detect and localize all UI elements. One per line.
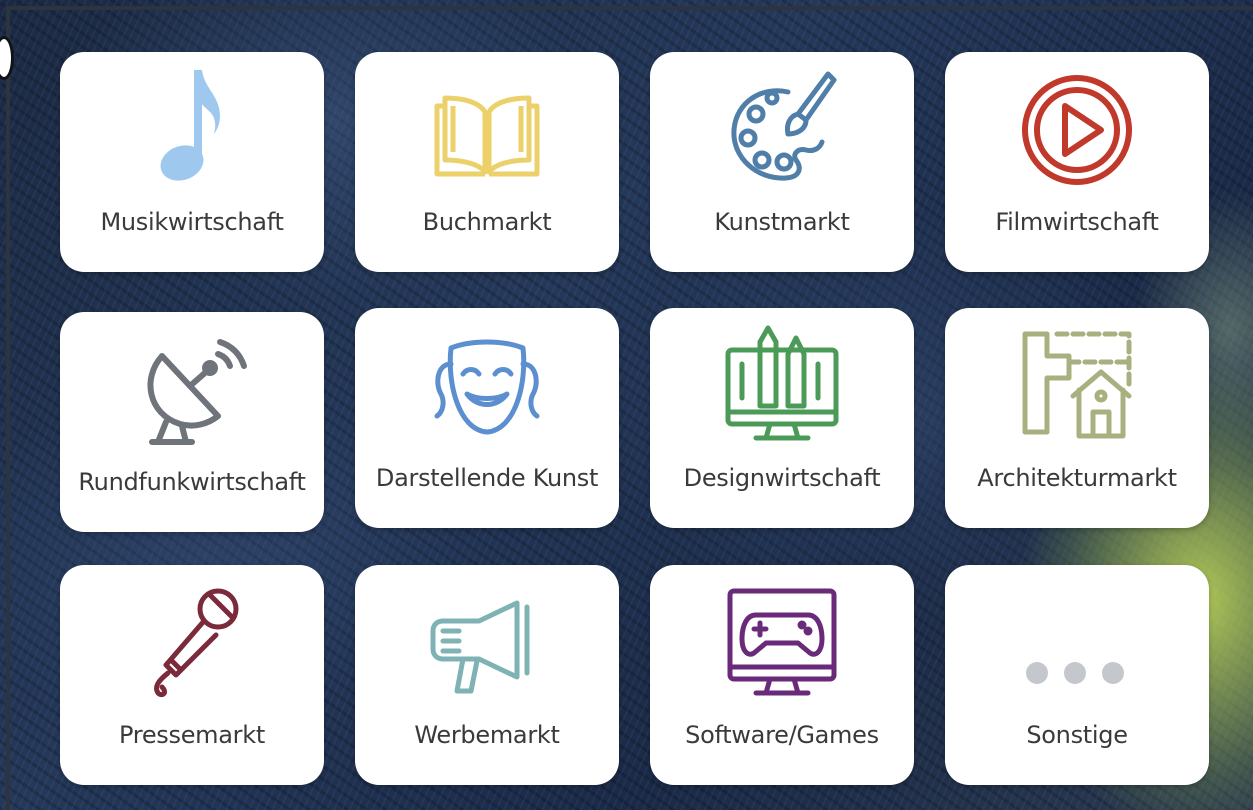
- design-monitor-icon: [725, 325, 839, 441]
- tile-kunstmarkt[interactable]: Kunstmarkt: [650, 52, 914, 272]
- more-dots-icon: [1026, 662, 1124, 684]
- tile-label: Darstellende Kunst: [375, 464, 599, 492]
- tile-label: Buchmarkt: [422, 208, 552, 236]
- play-icon: [1022, 75, 1132, 185]
- tile-label: Rundfunkwirtschaft: [78, 468, 306, 496]
- gamepad-monitor-icon: [727, 588, 837, 696]
- tile-label: Musikwirtschaft: [100, 208, 284, 236]
- open-book-icon: [434, 95, 540, 177]
- microphone-icon: [153, 588, 239, 698]
- tile-musikwirtschaft[interactable]: Musikwirtschaft: [60, 52, 324, 272]
- tile-sonstige[interactable]: Sonstige: [945, 565, 1209, 785]
- tile-label: Architekturmarkt: [977, 464, 1177, 492]
- tile-label: Werbemarkt: [414, 721, 560, 749]
- tile-software-games[interactable]: Software/Games: [650, 565, 914, 785]
- tile-architekturmarkt[interactable]: Architekturmarkt: [945, 308, 1209, 528]
- tile-label: Sonstige: [1026, 721, 1128, 749]
- palette-icon: [731, 71, 837, 181]
- tile-rundfunkwirtschaft[interactable]: Rundfunkwirtschaft: [60, 312, 324, 532]
- background-painting: Musikwirtschaft Buchmarkt Kunstmarkt Fil…: [0, 0, 1253, 810]
- satellite-dish-icon: [147, 339, 247, 445]
- megaphone-icon: [430, 600, 530, 694]
- tile-label: Pressemarkt: [119, 721, 265, 749]
- tile-designwirtschaft[interactable]: Designwirtschaft: [650, 308, 914, 528]
- tile-label: Kunstmarkt: [714, 208, 850, 236]
- tile-label: Filmwirtschaft: [995, 208, 1159, 236]
- tile-werbemarkt[interactable]: Werbemarkt: [355, 565, 619, 785]
- music-note-icon: [160, 70, 220, 181]
- theater-mask-icon: [434, 339, 540, 435]
- tile-buchmarkt[interactable]: Buchmarkt: [355, 52, 619, 272]
- tile-darstellende-kunst[interactable]: Darstellende Kunst: [355, 308, 619, 528]
- tile-filmwirtschaft[interactable]: Filmwirtschaft: [945, 52, 1209, 272]
- tile-pressemarkt[interactable]: Pressemarkt: [60, 565, 324, 785]
- tile-label: Software/Games: [685, 721, 879, 749]
- tile-label: Designwirtschaft: [683, 464, 881, 492]
- architecture-icon: [1022, 331, 1132, 439]
